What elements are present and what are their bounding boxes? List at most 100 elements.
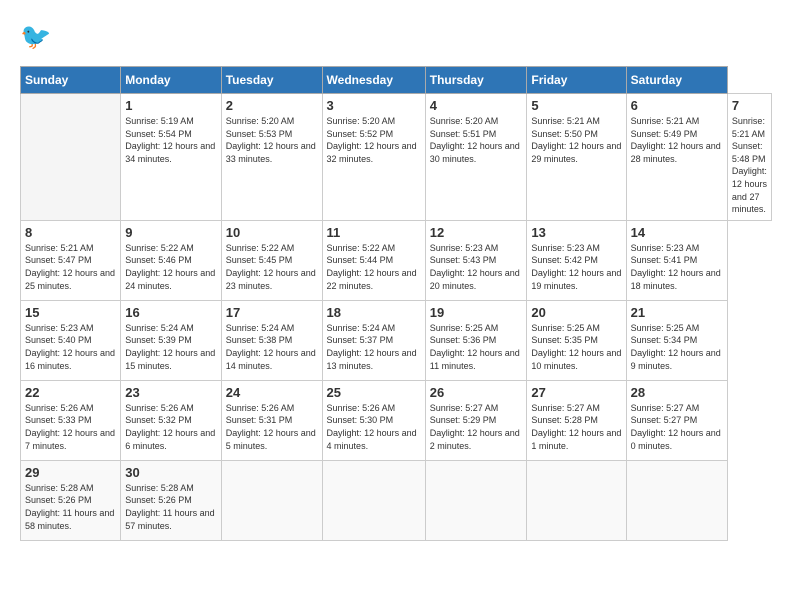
weekday-header-sunday: Sunday [21, 67, 121, 94]
weekday-header-tuesday: Tuesday [221, 67, 322, 94]
day-info: Sunrise: 5:23 AMSunset: 5:40 PMDaylight:… [25, 322, 116, 372]
calendar-table: SundayMondayTuesdayWednesdayThursdayFrid… [20, 66, 772, 541]
calendar-cell: 15 Sunrise: 5:23 AMSunset: 5:40 PMDayligh… [21, 300, 121, 380]
day-number: 1 [125, 98, 217, 113]
day-info: Sunrise: 5:21 AMSunset: 5:49 PMDaylight:… [631, 115, 723, 165]
day-info: Sunrise: 5:27 AMSunset: 5:27 PMDaylight:… [631, 402, 723, 452]
day-number: 30 [125, 465, 217, 480]
weekday-header-monday: Monday [121, 67, 222, 94]
day-number: 15 [25, 305, 116, 320]
day-info: Sunrise: 5:26 AMSunset: 5:30 PMDaylight:… [327, 402, 421, 452]
day-number: 12 [430, 225, 523, 240]
day-number: 26 [430, 385, 523, 400]
day-number: 9 [125, 225, 217, 240]
day-number: 3 [327, 98, 421, 113]
day-info: Sunrise: 5:20 AMSunset: 5:51 PMDaylight:… [430, 115, 523, 165]
day-number: 19 [430, 305, 523, 320]
calendar-cell: 8Sunrise: 5:21 AMSunset: 5:47 PMDaylight… [21, 220, 121, 300]
calendar-cell: 28Sunrise: 5:27 AMSunset: 5:27 PMDayligh… [626, 380, 727, 460]
calendar-cell: 30Sunrise: 5:28 AMSunset: 5:26 PMDayligh… [121, 460, 222, 540]
day-info: Sunrise: 5:27 AMSunset: 5:28 PMDaylight:… [531, 402, 621, 452]
day-number: 18 [327, 305, 421, 320]
day-number: 17 [226, 305, 318, 320]
calendar-cell: 7 Sunrise: 5:21 AMSunset: 5:48 PMDaylight… [727, 94, 771, 221]
calendar-cell: 11 Sunrise: 5:22 AMSunset: 5:44 PMDayligh… [322, 220, 425, 300]
calendar-cell: 13 Sunrise: 5:23 AMSunset: 5:42 PMDayligh… [527, 220, 626, 300]
calendar-body: 1 Sunrise: 5:19 AMSunset: 5:54 PMDaylight… [21, 94, 772, 541]
logo-icon: 🐦 [20, 20, 56, 56]
day-info: Sunrise: 5:25 AMSunset: 5:34 PMDaylight:… [631, 322, 723, 372]
day-number: 5 [531, 98, 621, 113]
day-number: 23 [125, 385, 217, 400]
calendar-cell: 29 Sunrise: 5:28 AMSunset: 5:26 PMDayligh… [21, 460, 121, 540]
day-number: 29 [25, 465, 116, 480]
day-number: 27 [531, 385, 621, 400]
day-number: 10 [226, 225, 318, 240]
svg-text:🐦: 🐦 [20, 23, 51, 51]
day-info: Sunrise: 5:22 AMSunset: 5:45 PMDaylight:… [226, 242, 318, 292]
calendar-cell [626, 460, 727, 540]
calendar-cell: 6 Sunrise: 5:21 AMSunset: 5:49 PMDaylight… [626, 94, 727, 221]
day-number: 14 [631, 225, 723, 240]
day-number: 13 [531, 225, 621, 240]
day-info: Sunrise: 5:23 AMSunset: 5:41 PMDaylight:… [631, 242, 723, 292]
day-info: Sunrise: 5:19 AMSunset: 5:54 PMDaylight:… [125, 115, 217, 165]
day-info: Sunrise: 5:21 AMSunset: 5:50 PMDaylight:… [531, 115, 621, 165]
calendar-cell: 14 Sunrise: 5:23 AMSunset: 5:41 PMDayligh… [626, 220, 727, 300]
calendar-cell: 27 Sunrise: 5:27 AMSunset: 5:28 PMDayligh… [527, 380, 626, 460]
calendar-cell: 2Sunrise: 5:20 AMSunset: 5:53 PMDaylight… [221, 94, 322, 221]
weekday-header-saturday: Saturday [626, 67, 727, 94]
calendar-cell [425, 460, 527, 540]
calendar-week-1: 8Sunrise: 5:21 AMSunset: 5:47 PMDaylight… [21, 220, 772, 300]
day-info: Sunrise: 5:23 AMSunset: 5:42 PMDaylight:… [531, 242, 621, 292]
day-info: Sunrise: 5:26 AMSunset: 5:33 PMDaylight:… [25, 402, 116, 452]
day-info: Sunrise: 5:27 AMSunset: 5:29 PMDaylight:… [430, 402, 523, 452]
day-number: 24 [226, 385, 318, 400]
calendar-cell: 22 Sunrise: 5:26 AMSunset: 5:33 PMDayligh… [21, 380, 121, 460]
day-info: Sunrise: 5:25 AMSunset: 5:35 PMDaylight:… [531, 322, 621, 372]
weekday-header-friday: Friday [527, 67, 626, 94]
weekday-header-wednesday: Wednesday [322, 67, 425, 94]
day-info: Sunrise: 5:22 AMSunset: 5:46 PMDaylight:… [125, 242, 217, 292]
day-number: 21 [631, 305, 723, 320]
day-info: Sunrise: 5:21 AMSunset: 5:48 PMDaylight:… [732, 115, 767, 216]
day-info: Sunrise: 5:23 AMSunset: 5:43 PMDaylight:… [430, 242, 523, 292]
calendar-cell: 23 Sunrise: 5:26 AMSunset: 5:32 PMDayligh… [121, 380, 222, 460]
calendar-cell: 25 Sunrise: 5:26 AMSunset: 5:30 PMDayligh… [322, 380, 425, 460]
day-info: Sunrise: 5:20 AMSunset: 5:52 PMDaylight:… [327, 115, 421, 165]
day-info: Sunrise: 5:26 AMSunset: 5:31 PMDaylight:… [226, 402, 318, 452]
day-number: 11 [327, 225, 421, 240]
day-number: 16 [125, 305, 217, 320]
calendar-cell [221, 460, 322, 540]
day-info: Sunrise: 5:21 AMSunset: 5:47 PMDaylight:… [25, 242, 116, 292]
day-number: 7 [732, 98, 767, 113]
calendar-cell: 26 Sunrise: 5:27 AMSunset: 5:29 PMDayligh… [425, 380, 527, 460]
weekday-row: SundayMondayTuesdayWednesdayThursdayFrid… [21, 67, 772, 94]
calendar-cell [322, 460, 425, 540]
calendar-cell: 1 Sunrise: 5:19 AMSunset: 5:54 PMDaylight… [121, 94, 222, 221]
weekday-header-thursday: Thursday [425, 67, 527, 94]
day-number: 22 [25, 385, 116, 400]
calendar-cell: 3 Sunrise: 5:20 AMSunset: 5:52 PMDaylight… [322, 94, 425, 221]
calendar-cell: 18Sunrise: 5:24 AMSunset: 5:37 PMDayligh… [322, 300, 425, 380]
calendar-cell: 4Sunrise: 5:20 AMSunset: 5:51 PMDaylight… [425, 94, 527, 221]
day-info: Sunrise: 5:22 AMSunset: 5:44 PMDaylight:… [327, 242, 421, 292]
calendar-cell: 24 Sunrise: 5:26 AMSunset: 5:31 PMDayligh… [221, 380, 322, 460]
calendar-week-2: 15 Sunrise: 5:23 AMSunset: 5:40 PMDayligh… [21, 300, 772, 380]
day-number: 6 [631, 98, 723, 113]
calendar-cell: 21 Sunrise: 5:25 AMSunset: 5:34 PMDayligh… [626, 300, 727, 380]
day-info: Sunrise: 5:28 AMSunset: 5:26 PMDaylight:… [25, 482, 116, 532]
day-number: 20 [531, 305, 621, 320]
calendar-cell: 17Sunrise: 5:24 AMSunset: 5:38 PMDayligh… [221, 300, 322, 380]
day-info: Sunrise: 5:20 AMSunset: 5:53 PMDaylight:… [226, 115, 318, 165]
calendar-cell: 19Sunrise: 5:25 AMSunset: 5:36 PMDayligh… [425, 300, 527, 380]
day-number: 25 [327, 385, 421, 400]
calendar-cell: 20 Sunrise: 5:25 AMSunset: 5:35 PMDayligh… [527, 300, 626, 380]
day-info: Sunrise: 5:26 AMSunset: 5:32 PMDaylight:… [125, 402, 217, 452]
calendar-cell: 10 Sunrise: 5:22 AMSunset: 5:45 PMDayligh… [221, 220, 322, 300]
calendar-cell: 16Sunrise: 5:24 AMSunset: 5:39 PMDayligh… [121, 300, 222, 380]
calendar-cell-empty [21, 94, 121, 221]
calendar-week-0: 1 Sunrise: 5:19 AMSunset: 5:54 PMDaylight… [21, 94, 772, 221]
header: 🐦 [20, 20, 772, 56]
calendar-cell: 5 Sunrise: 5:21 AMSunset: 5:50 PMDaylight… [527, 94, 626, 221]
